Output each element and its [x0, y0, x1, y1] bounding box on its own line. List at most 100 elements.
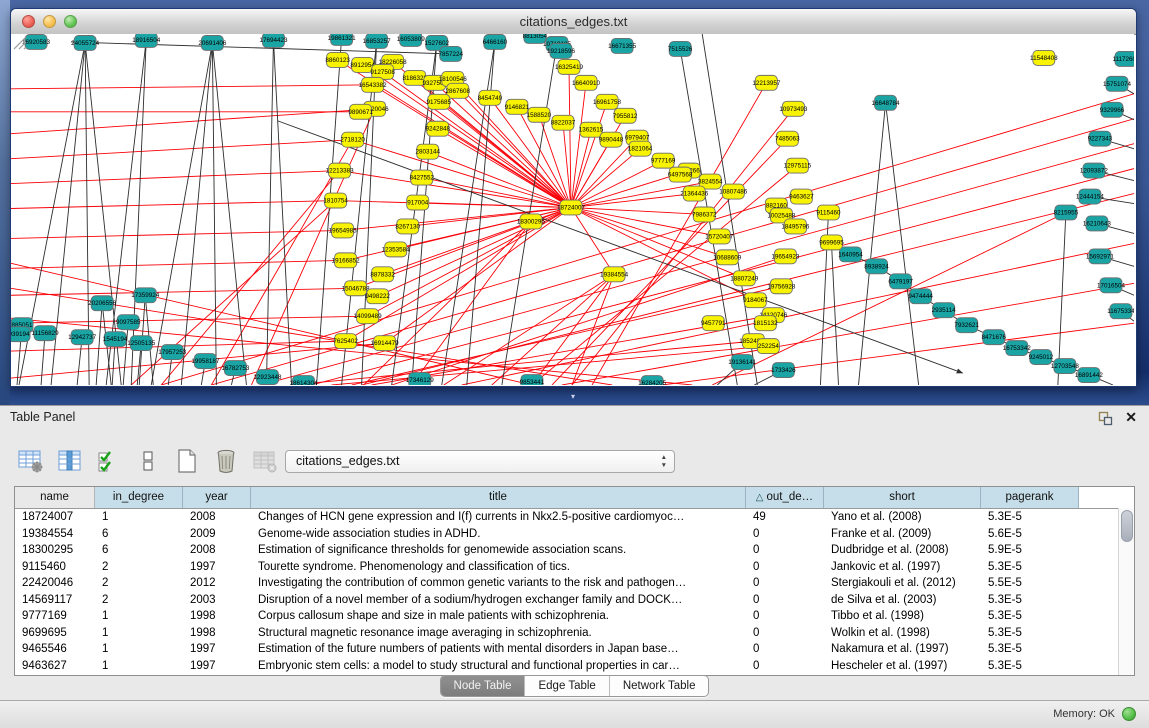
graph-node[interactable]: 9329966: [1100, 102, 1125, 117]
graph-node[interactable]: 12093872: [1080, 163, 1109, 178]
graph-edge[interactable]: [317, 38, 342, 385]
graph-node[interactable]: 9699695: [819, 235, 844, 250]
graph-node[interactable]: 1810754: [323, 193, 348, 208]
graph-edge[interactable]: [662, 323, 1134, 385]
graph-node[interactable]: 16284205: [638, 376, 667, 385]
graph-edge[interactable]: [383, 72, 571, 208]
graph-node[interactable]: 1640954: [838, 247, 863, 262]
graph-node[interactable]: 16914479: [371, 336, 400, 351]
graph-edge[interactable]: [212, 43, 216, 385]
graph-node[interactable]: 16782753: [221, 361, 250, 376]
graph-node[interactable]: 8427552: [409, 170, 434, 185]
graph-edge[interactable]: [428, 152, 571, 208]
graph-edge[interactable]: [11, 260, 346, 268]
graph-edge[interactable]: [212, 43, 246, 385]
graph-edge[interactable]: [571, 208, 614, 275]
graph-edge[interactable]: [11, 85, 373, 89]
graph-node[interactable]: 7857224: [439, 46, 464, 61]
graph-edge[interactable]: [11, 288, 356, 295]
graph-edge[interactable]: [96, 303, 102, 385]
graph-node[interactable]: 16640910: [572, 75, 601, 90]
column-header-in_degree[interactable]: in_degree: [95, 487, 183, 508]
graph-node[interactable]: 19861321: [328, 34, 357, 45]
graph-node[interactable]: 16671355: [608, 38, 637, 53]
minimize-window-button[interactable]: [43, 15, 56, 28]
graph-node[interactable]: 18724007: [557, 200, 586, 215]
graph-edge[interactable]: [831, 242, 838, 385]
graph-edge[interactable]: [131, 40, 146, 385]
network-view-window[interactable]: citations_edges.txt 16920583240557241891…: [10, 8, 1137, 387]
graph-node[interactable]: 9890671: [348, 104, 373, 119]
graph-node[interactable]: 1545194: [103, 332, 128, 347]
table-row[interactable]: 969969511998Structural magnetic resonanc…: [15, 625, 1134, 642]
float-panel-icon[interactable]: [1098, 411, 1113, 426]
graph-node[interactable]: 16853257: [363, 34, 392, 48]
graph-node[interactable]: 9227343: [1088, 131, 1113, 146]
graph-node[interactable]: 1733426: [771, 363, 796, 378]
zoom-window-button[interactable]: [64, 15, 77, 28]
graph-node[interactable]: 8822037: [551, 115, 576, 130]
graph-node[interactable]: 2935114: [932, 303, 957, 318]
graph-node[interactable]: 8860123: [325, 52, 350, 67]
graph-node[interactable]: 15720407: [705, 229, 734, 244]
graph-edge[interactable]: [273, 40, 291, 385]
tab-network-table[interactable]: Network Table: [610, 676, 709, 696]
graph-node[interactable]: 939194: [11, 327, 30, 342]
graph-node[interactable]: 8938924: [864, 259, 889, 274]
table-row[interactable]: 1830029562008Estimation of significance …: [15, 542, 1134, 559]
graph-node[interactable]: 17957253: [158, 345, 187, 360]
tab-edge-table[interactable]: Edge Table: [525, 676, 609, 696]
graph-node[interactable]: 15751074: [1103, 76, 1132, 91]
graph-node[interactable]: 9890448: [599, 132, 624, 147]
table-row[interactable]: 946362711997Embryonic stem cells: a mode…: [15, 658, 1134, 675]
graph-node[interactable]: 7955812: [613, 108, 638, 123]
graph-node[interactable]: 18614304: [290, 376, 319, 385]
graph-node[interactable]: 2718120: [340, 132, 365, 147]
graph-node[interactable]: 8878332: [370, 267, 395, 282]
graph-node[interactable]: 12213383: [326, 163, 355, 178]
graph-node[interactable]: 19136141: [728, 355, 757, 370]
graph-node[interactable]: 9115460: [816, 205, 841, 220]
graph-node[interactable]: 18300295: [517, 214, 546, 229]
graph-node[interactable]: 19958187: [191, 354, 220, 369]
network-canvas[interactable]: 1692058324055724189165042069140617694423…: [11, 34, 1134, 385]
unselect-columns-icon[interactable]: [135, 448, 161, 474]
show-columns-icon[interactable]: [57, 448, 83, 474]
table-row[interactable]: 911546021997Tourette syndrome. Phenomeno…: [15, 559, 1134, 576]
graph-node[interactable]: 11172604: [1112, 51, 1134, 66]
graph-node[interactable]: 1588520: [527, 107, 552, 122]
graph-node[interactable]: 9853441: [520, 375, 545, 385]
graph-node[interactable]: 8454749: [478, 90, 503, 105]
graph-edge[interactable]: [11, 140, 353, 159]
graph-node[interactable]: 15692971: [1086, 249, 1115, 264]
memory-ok-indicator-icon[interactable]: [1122, 707, 1136, 721]
graph-node[interactable]: 16053809: [397, 34, 426, 46]
close-panel-icon[interactable]: ✕: [1125, 409, 1137, 426]
table-settings-icon[interactable]: [18, 448, 44, 474]
graph-node[interactable]: 12444154: [1076, 189, 1105, 204]
tab-node-table[interactable]: Node Table: [441, 676, 526, 696]
scrollbar-thumb[interactable]: [1121, 510, 1133, 542]
table-row[interactable]: 2242004622012Investigating the contribut…: [15, 575, 1134, 592]
graph-node[interactable]: 9242848: [425, 121, 450, 136]
graph-node[interactable]: 14099489: [354, 309, 383, 324]
graph-node[interactable]: 9175685: [426, 94, 451, 109]
table-row[interactable]: 946554611997Estimation of the future num…: [15, 641, 1134, 658]
table-row[interactable]: 977716911998Corpus callosum shape and si…: [15, 608, 1134, 625]
graph-node[interactable]: 18495796: [781, 219, 810, 234]
graph-node[interactable]: 10807486: [719, 184, 748, 199]
table-vertical-scrollbar[interactable]: [1118, 508, 1134, 675]
graph-node[interactable]: 7485063: [775, 131, 800, 146]
graph-node[interactable]: 20691406: [198, 35, 227, 50]
column-header-out_de[interactable]: △out_de…: [746, 487, 824, 508]
graph-node[interactable]: 20206556: [88, 296, 117, 311]
column-header-short[interactable]: short: [824, 487, 981, 508]
graph-node[interactable]: 9184067: [743, 293, 768, 308]
graph-edge[interactable]: [571, 130, 591, 208]
graph-node[interactable]: 10973493: [779, 101, 808, 116]
graph-node[interactable]: 16210643: [1083, 216, 1112, 231]
graph-node[interactable]: 7625402: [333, 334, 358, 349]
graph-node[interactable]: 12505135: [127, 336, 156, 351]
graph-node[interactable]: 8471676: [981, 330, 1006, 345]
graph-node[interactable]: 19218596: [547, 43, 576, 58]
